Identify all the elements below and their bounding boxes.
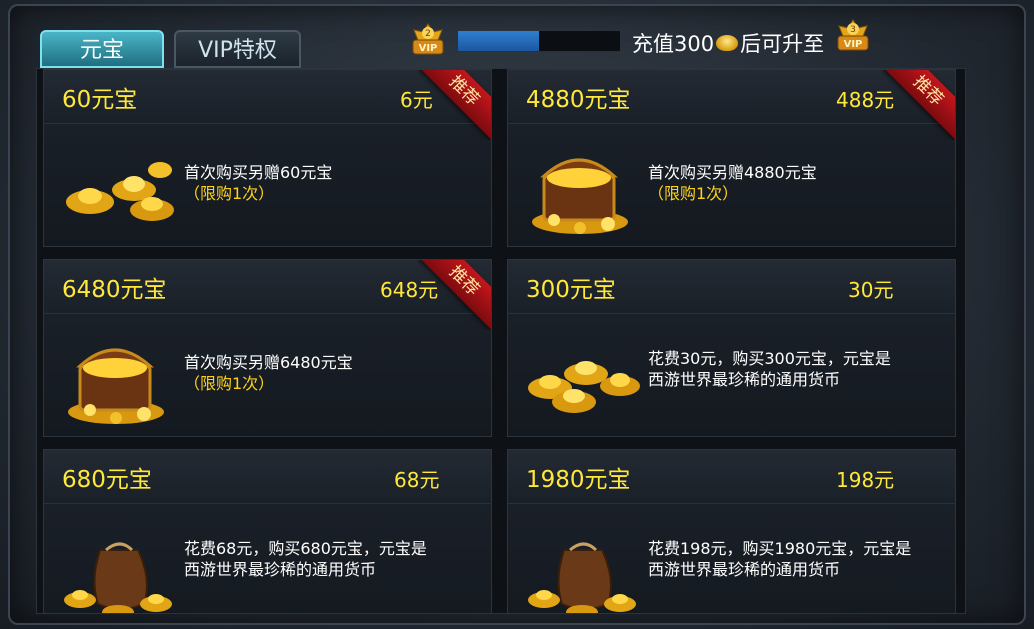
ingot-icon [716, 35, 739, 51]
product-card-60[interactable]: 60元宝 6元 推荐 首次购买另赠60元宝 （限购1次） [43, 69, 492, 247]
vip-progress-fill [458, 31, 539, 51]
product-card-680[interactable]: 680元宝 68元 花费68元，购买680元宝，元宝是 西游世界最珍稀的通用货币 [43, 449, 492, 613]
vip-progress-bar [457, 30, 621, 52]
product-card-1980[interactable]: 1980元宝 198元 花费198元，购买1980元宝，元宝是 西游世界最珍稀的… [507, 449, 956, 613]
description-line2: 西游世界最珍稀的通用货币 [648, 560, 841, 579]
description-line2: 西游世界最珍稀的通用货币 [184, 560, 377, 579]
purchase-limit: （限购1次） [648, 184, 739, 203]
treasure-chest-icon [532, 158, 628, 234]
description-line2: 西游世界最珍稀的通用货币 [648, 370, 841, 389]
product-description: 花费198元，购买1980元宝，元宝是 西游世界最珍稀的通用货币 [648, 538, 911, 580]
recommended-label: 推荐 [881, 70, 955, 140]
product-name: 6480元宝 [62, 277, 167, 303]
product-card-300[interactable]: 300元宝 30元 花费30元，购买300元宝，元宝是 西游世界最珍稀的通用货币 [507, 259, 956, 437]
product-grid: 60元宝 6元 推荐 首次购买另赠60元宝 （限购1次） 4880元宝 488元… [36, 68, 966, 614]
purchase-limit: （限购1次） [184, 184, 275, 203]
vip-upgrade-text: 充值300 后可升至 [632, 28, 824, 58]
recommended-ribbon: 推荐 [417, 70, 491, 140]
vip-recharge-amount: 充值300 [632, 32, 715, 56]
description-line1: 首次购买另赠4880元宝 [648, 163, 817, 182]
product-price: 198元 [836, 468, 895, 492]
vip-next-level-icon: 3 VIP [837, 19, 869, 51]
product-card-4880[interactable]: 4880元宝 488元 推荐 首次购买另赠4880元宝 （限购1次） [507, 69, 956, 247]
product-price: 68元 [394, 468, 440, 492]
description-line1: 花费68元，购买680元宝，元宝是 [184, 539, 427, 558]
product-name: 300元宝 [526, 277, 616, 303]
product-description: 首次购买另赠4880元宝 （限购1次） [648, 162, 817, 204]
product-description: 首次购买另赠60元宝 （限购1次） [184, 162, 332, 204]
vip-current-level-icon: 2 VIP [412, 23, 444, 55]
vip-current-badge-text: VIP [419, 43, 438, 54]
tab-yuanbao[interactable]: 元宝 [40, 30, 164, 68]
product-description: 首次购买另赠6480元宝 （限购1次） [184, 352, 353, 394]
description-line1: 花费30元，购买300元宝，元宝是 [648, 349, 891, 368]
recommended-label: 推荐 [417, 260, 491, 330]
money-bag-icon [528, 542, 636, 613]
product-description: 花费30元，购买300元宝，元宝是 西游世界最珍稀的通用货币 [648, 348, 891, 390]
vip-upgrade-suffix: 后可升至 [740, 32, 825, 56]
vip-next-badge-text: VIP [844, 39, 863, 50]
product-description: 花费68元，购买680元宝，元宝是 西游世界最珍稀的通用货币 [184, 538, 427, 580]
tab-vip-privileges[interactable]: VIP特权 [174, 30, 301, 68]
description-line1: 花费198元，购买1980元宝，元宝是 [648, 539, 912, 558]
product-price: 30元 [848, 278, 894, 302]
recommended-label: 推荐 [417, 70, 491, 140]
recommended-ribbon: 推荐 [417, 260, 491, 330]
purchase-limit: （限购1次） [184, 374, 275, 393]
product-name: 1980元宝 [526, 467, 631, 493]
product-name: 60元宝 [62, 87, 138, 113]
vip-next-level-number: 3 [850, 25, 856, 35]
recommended-ribbon: 推荐 [881, 70, 955, 140]
treasure-chest-icon [68, 348, 164, 424]
product-card-6480[interactable]: 6480元宝 648元 推荐 首次购买另赠6480元宝 （限购1次） [43, 259, 492, 437]
ingots-pile-icon [528, 361, 640, 413]
ingots-small-icon [66, 162, 174, 221]
description-line1: 首次购买另赠6480元宝 [184, 353, 353, 372]
description-line1: 首次购买另赠60元宝 [184, 163, 333, 182]
money-bag-icon [64, 542, 172, 613]
product-name: 4880元宝 [526, 87, 631, 113]
product-name: 680元宝 [62, 467, 152, 493]
vip-current-level-number: 2 [425, 29, 431, 39]
